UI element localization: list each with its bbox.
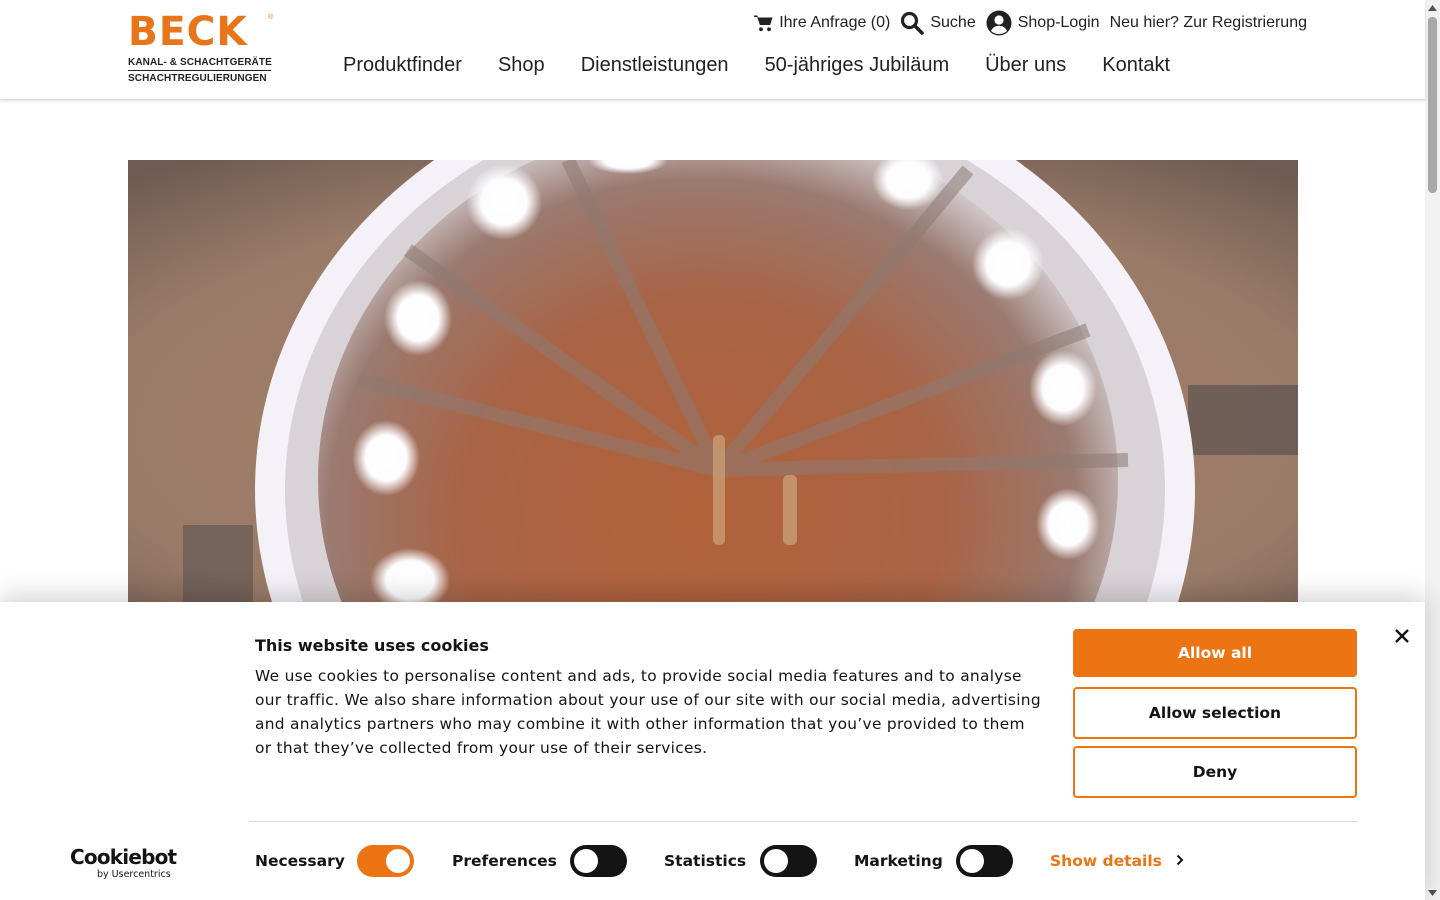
cookiebot-wordmark: Cookiebot bbox=[70, 845, 177, 869]
nav-item-dienstleistungen[interactable]: Dienstleistungen bbox=[581, 52, 729, 78]
register-link[interactable]: Neu hier? Zur Registrierung bbox=[1110, 14, 1307, 32]
toggle-label-necessary: Necessary bbox=[255, 852, 345, 870]
cookie-banner: This website uses cookies We use cookies… bbox=[0, 602, 1425, 900]
toggle-label-preferences: Preferences bbox=[452, 852, 557, 870]
toggle-group-preferences: Preferences bbox=[452, 844, 557, 878]
cookie-description: We use cookies to personalise content an… bbox=[255, 667, 1041, 757]
toggle-knob bbox=[386, 849, 410, 873]
nav-item-kontakt[interactable]: Kontakt bbox=[1102, 52, 1170, 78]
logo-tagline-2: SCHACHTREGULIERUNGEN bbox=[128, 73, 267, 84]
main-nav: Produktfinder Shop Dienstleistungen 50-j… bbox=[343, 52, 1170, 78]
cookie-divider bbox=[249, 821, 1358, 822]
close-icon[interactable] bbox=[1390, 624, 1414, 648]
cookiebot-logo: Cookiebot by Usercentrics bbox=[70, 845, 180, 885]
allow-selection-button[interactable]: Allow selection bbox=[1073, 687, 1357, 739]
request-link[interactable]: Ihre Anfrage (0) bbox=[754, 14, 890, 32]
scroll-down-icon[interactable] bbox=[1425, 885, 1440, 900]
login-label: Shop-Login bbox=[1017, 14, 1100, 31]
user-circle-icon bbox=[986, 10, 1012, 36]
logo-divider bbox=[128, 70, 271, 71]
show-details-label: Show details bbox=[1050, 852, 1162, 870]
cookiebot-subtitle: by Usercentrics bbox=[97, 869, 171, 880]
show-details-link[interactable]: Show details bbox=[1050, 844, 1184, 878]
search-label: Suche bbox=[930, 14, 976, 31]
consent-toggles: Necessary Preferences Statistics Marketi… bbox=[255, 844, 1375, 878]
nav-item-jubilaeum[interactable]: 50-jähriges Jubiläum bbox=[765, 52, 950, 78]
beck-logo[interactable]: BECK ® KANAL- & SCHACHTGERÄTE SCHACHTREG… bbox=[128, 12, 278, 86]
toggle-label-marketing: Marketing bbox=[854, 852, 943, 870]
request-label: Ihre Anfrage (0) bbox=[779, 14, 891, 31]
logo-registered-mark: ® bbox=[268, 14, 274, 21]
hero-image bbox=[128, 160, 1298, 610]
cart-icon bbox=[754, 15, 773, 32]
logo-wordmark: BECK bbox=[128, 9, 248, 55]
search-link[interactable]: Suche bbox=[900, 11, 976, 35]
toggle-necessary[interactable] bbox=[357, 845, 414, 877]
search-icon bbox=[900, 11, 925, 35]
toggle-marketing[interactable] bbox=[956, 845, 1013, 877]
login-link[interactable]: Shop-Login bbox=[986, 10, 1100, 36]
toggle-group-marketing: Marketing bbox=[854, 844, 943, 878]
chevron-right-icon bbox=[1176, 852, 1184, 870]
nav-item-shop[interactable]: Shop bbox=[498, 52, 545, 78]
sewer-shaft-illustration bbox=[128, 160, 1298, 610]
nav-item-produktfinder[interactable]: Produktfinder bbox=[343, 52, 462, 78]
cookie-title: This website uses cookies bbox=[255, 636, 489, 655]
allow-all-button[interactable]: Allow all bbox=[1073, 629, 1357, 677]
toggle-knob bbox=[764, 849, 788, 873]
toggle-label-statistics: Statistics bbox=[664, 852, 747, 870]
scroll-thumb[interactable] bbox=[1428, 17, 1437, 193]
toggle-group-statistics: Statistics bbox=[664, 844, 746, 878]
scroll-up-icon[interactable] bbox=[1425, 0, 1440, 15]
page-scrollbar[interactable] bbox=[1425, 0, 1440, 900]
toggle-statistics[interactable] bbox=[760, 845, 817, 877]
toggle-group-necessary: Necessary bbox=[255, 844, 345, 878]
site-header: BECK ® KANAL- & SCHACHTGERÄTE SCHACHTREG… bbox=[0, 0, 1425, 100]
nav-item-ueber-uns[interactable]: Über uns bbox=[985, 52, 1066, 78]
toggle-knob bbox=[960, 849, 984, 873]
logo-tagline-1: KANAL- & SCHACHTGERÄTE bbox=[128, 57, 272, 68]
toggle-preferences[interactable] bbox=[570, 845, 627, 877]
utility-nav: Ihre Anfrage (0) Suche Shop-Login Neu hi… bbox=[754, 10, 1307, 36]
register-label: Neu hier? Zur Registrierung bbox=[1109, 14, 1307, 31]
deny-button[interactable]: Deny bbox=[1073, 746, 1357, 798]
toggle-knob bbox=[574, 849, 598, 873]
